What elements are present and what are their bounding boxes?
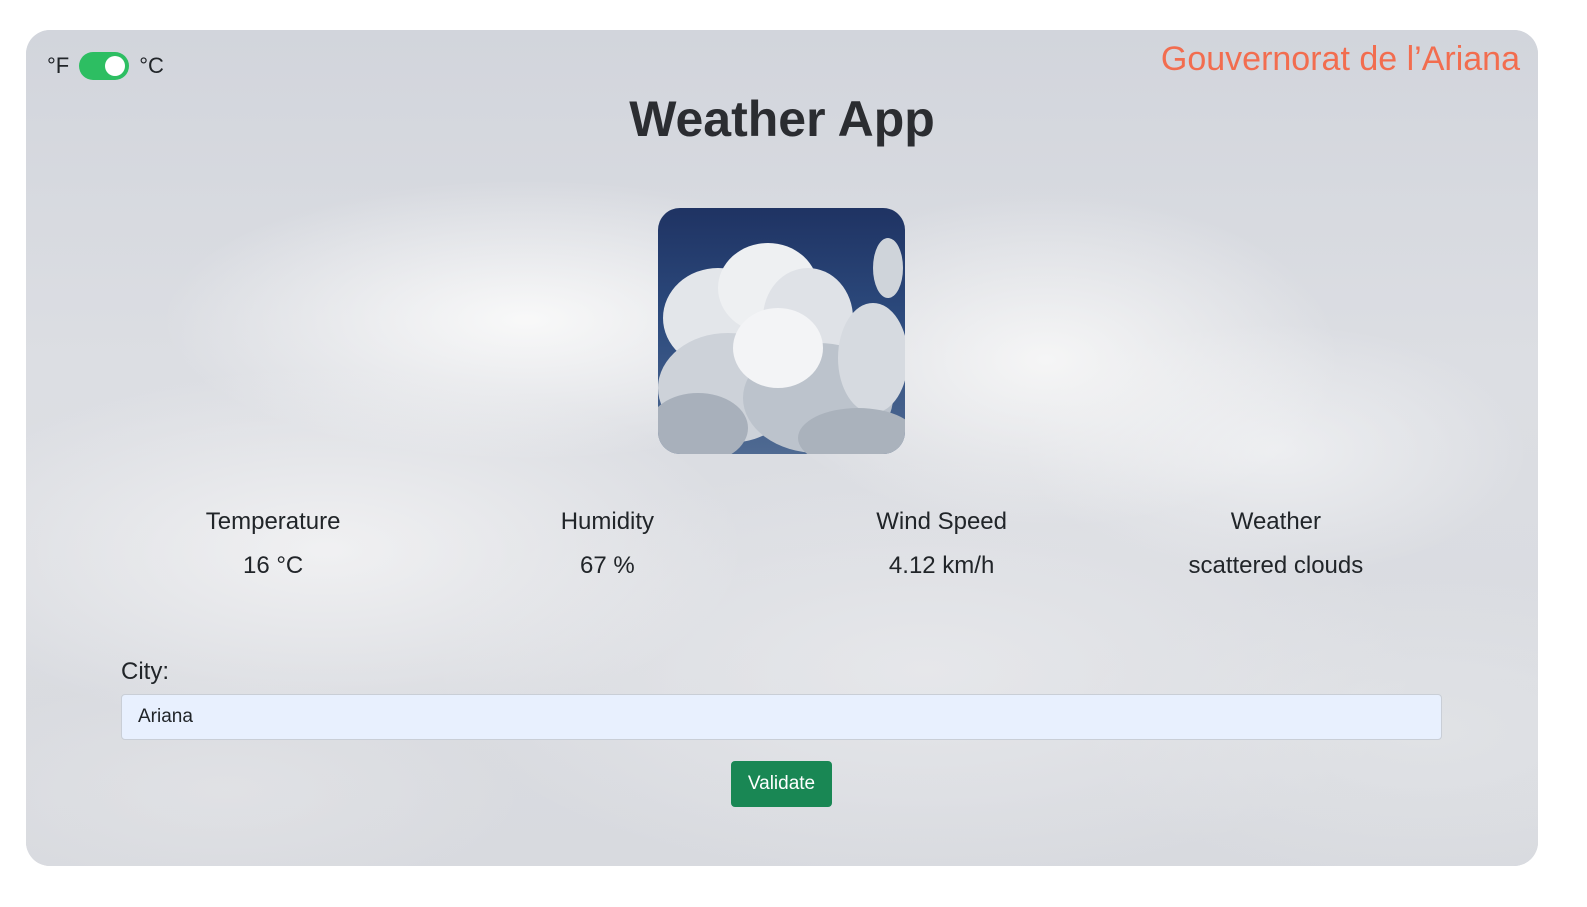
fahrenheit-label: °F <box>47 53 70 78</box>
stat-label: Wind Speed <box>876 508 1007 535</box>
stat-value: scattered clouds <box>1188 552 1364 579</box>
region-name: Gouvernorat de l’Ariana <box>1160 40 1520 78</box>
stat-temperature: Temperature 16 °C <box>106 508 440 580</box>
stat-value: 16 °C <box>242 552 304 579</box>
city-label: City: <box>121 658 169 685</box>
unit-switch[interactable] <box>79 52 130 80</box>
cloud-icon <box>658 238 905 454</box>
stat-label: Temperature <box>205 508 341 535</box>
weather-stats: Temperature 16 °C Humidity 67 % Wind Spe… <box>106 508 1443 580</box>
stat-value: 4.12 km/h <box>888 552 995 579</box>
celsius-label: °C <box>139 53 164 78</box>
validate-button[interactable]: Validate <box>731 761 832 807</box>
stat-value: 67 % <box>580 552 635 579</box>
unit-toggle: °F °C <box>47 52 164 80</box>
stat-label: Humidity <box>560 508 655 535</box>
weather-card: °F °C Gouvernorat de l’Ariana Weather Ap… <box>26 30 1538 866</box>
page-title: Weather App <box>629 91 935 147</box>
stat-weather: Weather scattered clouds <box>1109 508 1443 580</box>
weather-condition-image <box>658 208 905 454</box>
switch-knob <box>105 56 126 76</box>
stat-label: Weather <box>1230 508 1322 535</box>
stat-humidity: Humidity 67 % <box>440 508 774 580</box>
city-input[interactable] <box>121 694 1442 740</box>
stat-wind-speed: Wind Speed 4.12 km/h <box>775 508 1109 580</box>
